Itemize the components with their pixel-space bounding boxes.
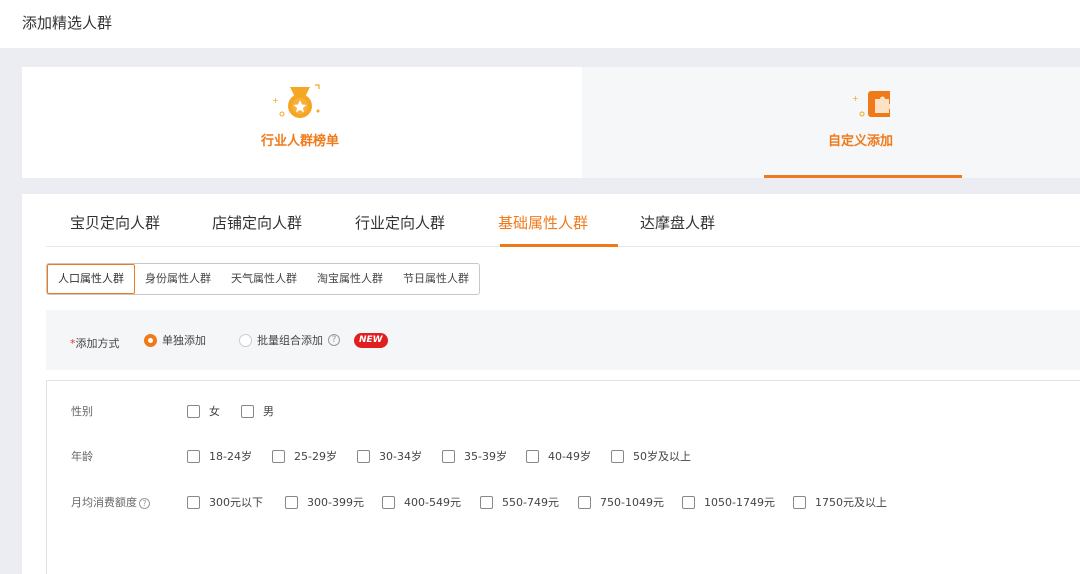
tab-item-targeting[interactable]: 宝贝定向人群 [70,212,160,233]
checkbox-age[interactable]: 50岁及以上 [611,448,691,464]
medal-icon: + [270,81,330,125]
add-method-bar: *添加方式 单独添加 批量组合添加 ? NEW [46,310,1080,370]
checkbox-spend[interactable]: 1750元及以上 [793,494,887,510]
filter-label: 月均消费额度? [71,494,150,510]
mode-label: 自定义添加 [828,134,894,149]
radio-single-add[interactable]: 单独添加 [144,332,206,348]
subtab-identity[interactable]: 身份属性人群 [135,264,221,294]
checkbox-spend[interactable]: 750-1049元 [578,494,664,510]
checkbox-spend[interactable]: 300元以下 [187,494,263,510]
svg-text:+: + [272,96,279,105]
new-badge: NEW [354,333,388,348]
checkbox-age[interactable]: 30-34岁 [357,448,422,464]
checkbox-box [285,495,298,509]
filter-label: 性别 [71,405,93,418]
svg-text:+: + [852,94,859,103]
subtab-population[interactable]: 人口属性人群 [47,264,135,294]
checkbox-box [187,495,200,509]
mode-label: 行业人群榜单 [261,134,340,149]
help-icon[interactable]: ? [328,334,340,346]
checkbox-box [187,449,200,463]
tab-shop-targeting[interactable]: 店铺定向人群 [212,212,302,233]
checkbox-box [611,449,624,463]
puzzle-icon: + [830,81,901,125]
tab-active-indicator [500,244,618,247]
checkbox-box [682,495,695,509]
subtab-taobao[interactable]: 淘宝属性人群 [307,264,393,294]
radio-dot [239,333,252,347]
subtab-group: 人口属性人群 身份属性人群 天气属性人群 淘宝属性人群 节日属性人群 [46,263,480,295]
radio-dot [144,333,157,347]
checkbox-spend[interactable]: 400-549元 [382,494,461,510]
checkbox-spend[interactable]: 550-749元 [480,494,559,510]
checkbox-spend[interactable]: 1050-1749元 [682,494,775,510]
mode-active-indicator [764,175,962,178]
tab-industry-targeting[interactable]: 行业定向人群 [355,212,445,233]
checkbox-box [442,449,455,463]
add-method-label: *添加方式 [70,337,120,350]
checkbox-box [272,449,285,463]
filter-panel: 性别 女 男 年龄 18-24岁 25-29岁 30-34岁 35-39岁 40… [46,380,1080,574]
filter-label: 年龄 [71,450,93,463]
tab-damopan[interactable]: 达摩盘人群 [640,212,715,233]
checkbox-female[interactable]: 女 [187,403,220,419]
checkbox-box [187,404,200,418]
page-header: 添加精选人群 [0,0,1080,48]
checkbox-box [793,495,806,509]
main-panel: 宝贝定向人群 店铺定向人群 行业定向人群 基础属性人群 达摩盘人群 人口属性人群… [22,194,1080,574]
checkbox-box [526,449,539,463]
tab-basic-attributes[interactable]: 基础属性人群 [498,212,588,233]
page-title: 添加精选人群 [22,14,113,32]
radio-batch-add[interactable]: 批量组合添加 ? [239,332,340,348]
checkbox-box [241,404,254,418]
checkbox-age[interactable]: 25-29岁 [272,448,337,464]
checkbox-box [357,449,370,463]
checkbox-male[interactable]: 男 [241,403,274,419]
checkbox-box [578,495,591,509]
checkbox-age[interactable]: 40-49岁 [526,448,591,464]
checkbox-age[interactable]: 18-24岁 [187,448,252,464]
mode-industry-ranking[interactable]: + 行业人群榜单 [22,67,582,178]
subtab-holiday[interactable]: 节日属性人群 [393,264,479,294]
add-mode-panel: + 行业人群榜单 + 自定义添加 [22,67,1080,178]
checkbox-box [480,495,493,509]
checkbox-spend[interactable]: 300-399元 [285,494,364,510]
subtab-weather[interactable]: 天气属性人群 [221,264,307,294]
help-icon[interactable]: ? [139,498,150,509]
mode-custom-add[interactable]: + 自定义添加 [582,67,1080,178]
tab-bar: 宝贝定向人群 店铺定向人群 行业定向人群 基础属性人群 达摩盘人群 [46,194,1080,247]
checkbox-box [382,495,395,509]
checkbox-age[interactable]: 35-39岁 [442,448,507,464]
